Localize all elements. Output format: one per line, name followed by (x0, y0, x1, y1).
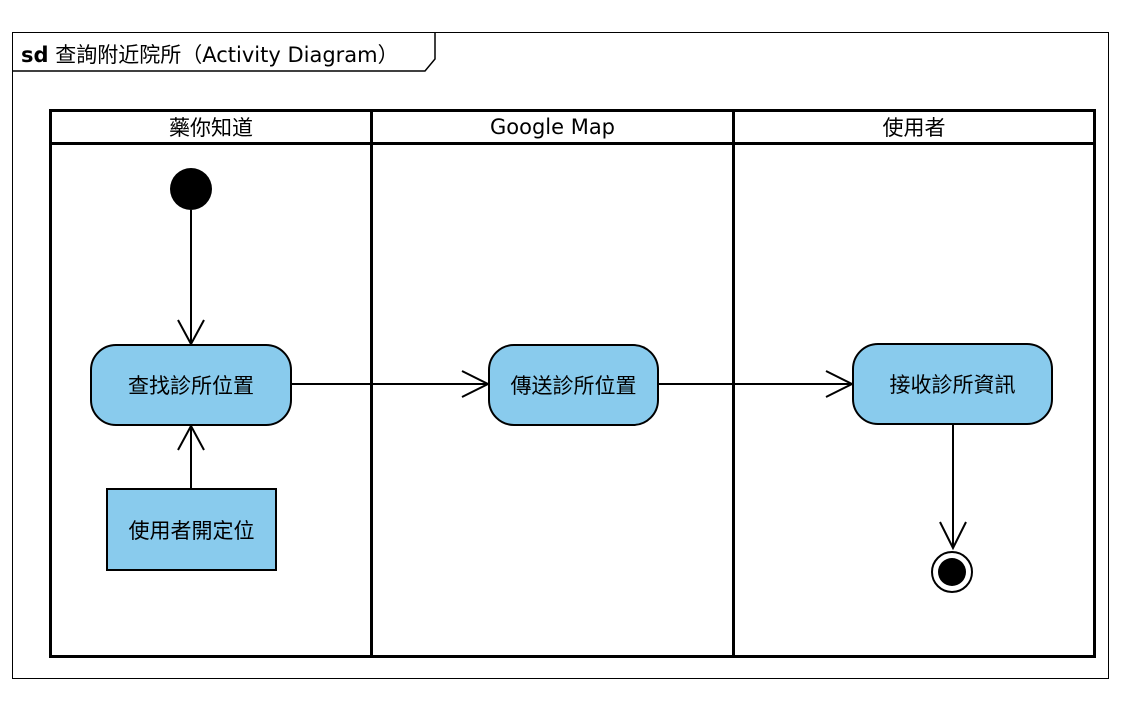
final-node-inner (938, 558, 966, 586)
activity-send-clinic-location: 傳送診所位置 (488, 344, 659, 426)
activity-receive-clinic-info: 接收診所資訊 (852, 343, 1053, 425)
activity-find-clinic-location: 查找診所位置 (90, 344, 292, 426)
initial-node (170, 168, 212, 210)
object-user-enable-location: 使用者開定位 (106, 488, 277, 571)
